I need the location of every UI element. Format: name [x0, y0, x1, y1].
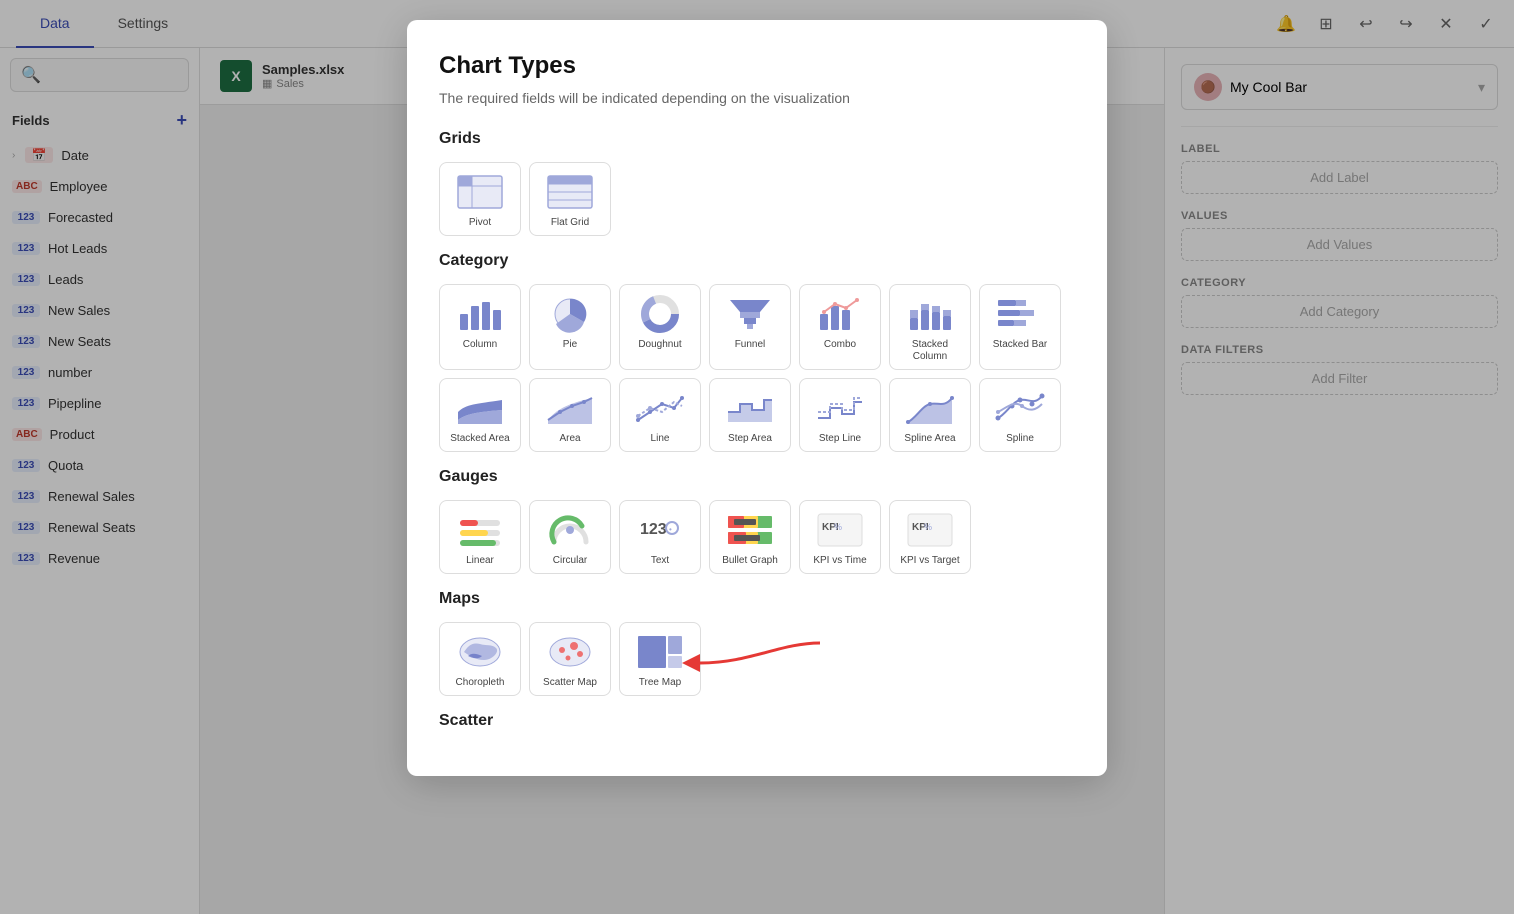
chart-type-step-line[interactable]: Step Line [799, 378, 881, 452]
step-line-icon [816, 389, 864, 427]
chart-type-step-area[interactable]: Step Area [709, 378, 791, 452]
circular-icon [546, 511, 594, 549]
step-area-icon [726, 389, 774, 427]
category-grid: Column Pie [439, 284, 1075, 452]
text-label: Text [651, 555, 669, 567]
chart-type-stacked-bar[interactable]: Stacked Bar [979, 284, 1061, 370]
area-icon [546, 389, 594, 427]
column-label: Column [463, 339, 497, 351]
stacked-area-icon [456, 389, 504, 427]
flat-grid-label: Flat Grid [551, 217, 589, 229]
pie-label: Pie [563, 339, 577, 351]
svg-text:•: • [669, 525, 672, 534]
kpi-vs-time-icon: KPI % [816, 511, 864, 549]
section-title-category: Category [439, 252, 1075, 270]
svg-text:%: % [834, 522, 842, 532]
spline-icon [996, 389, 1044, 427]
chart-type-kpi-vs-time[interactable]: KPI % KPI vs Time [799, 500, 881, 574]
stacked-bar-icon [996, 295, 1044, 333]
text-icon: 123 • [636, 511, 684, 549]
kpi-vs-time-label: KPI vs Time [813, 555, 866, 567]
chart-type-stacked-area[interactable]: Stacked Area [439, 378, 521, 452]
doughnut-icon [636, 295, 684, 333]
chart-type-scatter-map[interactable]: Scatter Map [529, 622, 611, 696]
chart-type-text[interactable]: 123 • Text [619, 500, 701, 574]
funnel-label: Funnel [735, 339, 766, 351]
choropleth-icon [456, 633, 504, 671]
modal-subtitle: The required fields will be indicated de… [439, 90, 1075, 106]
line-icon [636, 389, 684, 427]
svg-text:%: % [924, 522, 932, 532]
chart-type-combo[interactable]: Combo [799, 284, 881, 370]
funnel-icon [726, 295, 774, 333]
spline-area-icon [906, 389, 954, 427]
flat-grid-icon [546, 173, 594, 211]
chart-type-tree-map[interactable]: Tree Map [619, 622, 701, 696]
maps-grid: Choropleth Scatter Map [439, 622, 1075, 696]
chart-type-linear[interactable]: Linear [439, 500, 521, 574]
section-title-scatter: Scatter [439, 712, 1075, 730]
spline-area-label: Spline Area [904, 433, 955, 445]
svg-text:123: 123 [640, 521, 667, 538]
chart-type-spline[interactable]: Spline [979, 378, 1061, 452]
section-title-grids: Grids [439, 130, 1075, 148]
chart-type-funnel[interactable]: Funnel [709, 284, 791, 370]
grids-grid: Pivot Flat Grid [439, 162, 1075, 236]
spline-label: Spline [1006, 433, 1034, 445]
combo-icon [816, 295, 864, 333]
kpi-vs-target-label: KPI vs Target [900, 555, 959, 567]
linear-icon [456, 511, 504, 549]
choropleth-label: Choropleth [456, 677, 505, 689]
chart-type-spline-area[interactable]: Spline Area [889, 378, 971, 452]
tree-map-label: Tree Map [639, 677, 681, 689]
section-title-gauges: Gauges [439, 468, 1075, 486]
line-label: Line [651, 433, 670, 445]
kpi-vs-target-icon: KPI % [906, 511, 954, 549]
linear-label: Linear [466, 555, 494, 567]
arrow-annotation [690, 633, 830, 688]
modal-title: Chart Types [439, 52, 1075, 80]
scatter-map-icon [546, 633, 594, 671]
step-area-label: Step Area [728, 433, 772, 445]
chart-type-pie[interactable]: Pie [529, 284, 611, 370]
chart-type-pivot[interactable]: Pivot [439, 162, 521, 236]
chart-type-kpi-vs-target[interactable]: KPI % KPI vs Target [889, 500, 971, 574]
scatter-map-label: Scatter Map [543, 677, 597, 689]
pivot-icon [456, 173, 504, 211]
chart-type-circular[interactable]: Circular [529, 500, 611, 574]
chart-type-line[interactable]: Line [619, 378, 701, 452]
chart-type-stacked-column[interactable]: Stacked Column [889, 284, 971, 370]
stacked-column-label: Stacked Column [896, 339, 964, 363]
chart-types-modal: Chart Types The required fields will be … [407, 20, 1107, 776]
area-label: Area [559, 433, 580, 445]
chart-type-area[interactable]: Area [529, 378, 611, 452]
section-title-maps: Maps [439, 590, 1075, 608]
chart-type-doughnut[interactable]: Doughnut [619, 284, 701, 370]
stacked-column-icon [906, 295, 954, 333]
pie-icon [546, 295, 594, 333]
chart-type-choropleth[interactable]: Choropleth [439, 622, 521, 696]
bullet-graph-label: Bullet Graph [722, 555, 778, 567]
chart-type-flat-grid[interactable]: Flat Grid [529, 162, 611, 236]
step-line-label: Step Line [819, 433, 861, 445]
chart-type-column[interactable]: Column [439, 284, 521, 370]
pivot-label: Pivot [469, 217, 491, 229]
doughnut-label: Doughnut [638, 339, 681, 351]
tree-map-icon [636, 633, 684, 671]
chart-type-bullet-graph[interactable]: Bullet Graph [709, 500, 791, 574]
column-icon [456, 295, 504, 333]
modal-overlay[interactable]: Chart Types The required fields will be … [0, 0, 1514, 914]
gauges-grid: Linear Circular 123 [439, 500, 1075, 574]
circular-label: Circular [553, 555, 587, 567]
combo-label: Combo [824, 339, 856, 351]
stacked-bar-label: Stacked Bar [993, 339, 1047, 351]
stacked-area-label: Stacked Area [450, 433, 509, 445]
bullet-graph-icon [726, 511, 774, 549]
